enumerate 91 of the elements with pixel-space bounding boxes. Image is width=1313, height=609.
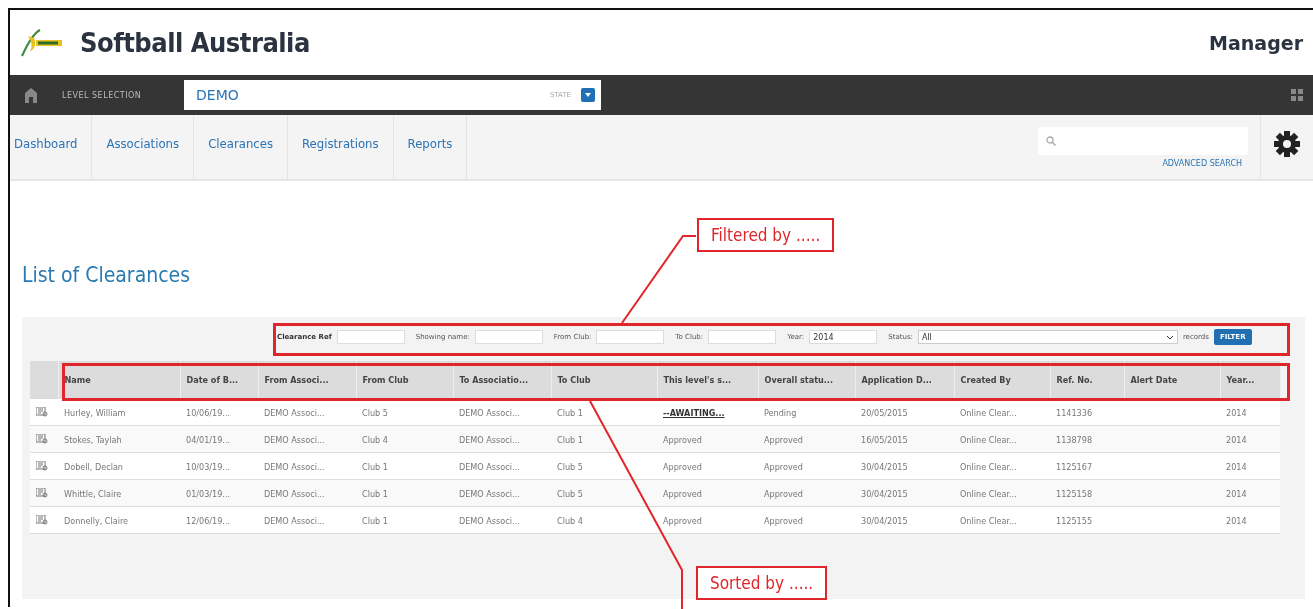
filter-field[interactable]: [336, 330, 405, 344]
filter-field[interactable]: [474, 330, 543, 344]
search-icon: [1046, 135, 1056, 146]
table-cell: 2014: [1220, 399, 1280, 426]
dropdown-button[interactable]: [581, 88, 595, 102]
nav-tab[interactable]: Clearances: [194, 115, 289, 179]
app-title: Softball Australia: [80, 27, 310, 58]
table-cell: Online Clear...: [954, 425, 1050, 453]
table-cell: DEMO Associ...: [258, 479, 356, 507]
table-cell: 04/01/19...: [180, 425, 258, 453]
search-field[interactable]: [1038, 126, 1248, 155]
table-cell: Pending: [758, 399, 855, 426]
status-dropdown[interactable]: All: [917, 330, 1178, 344]
nav-tab[interactable]: Associations: [92, 115, 195, 179]
table-cell: Online Clear...: [954, 452, 1050, 480]
table-cell: Approved: [657, 425, 758, 453]
table-cell: 2014: [1220, 506, 1280, 534]
table-cell: DEMO Associ...: [258, 452, 356, 480]
table-cell: DEMO Associ...: [258, 506, 356, 534]
table-cell: Online Clear...: [954, 479, 1050, 507]
table-cell: Club 1: [551, 399, 657, 426]
table-cell: DEMO Associ...: [258, 425, 356, 453]
settings-icon[interactable]: [1274, 131, 1300, 157]
table-cell: DEMO Associ...: [453, 399, 551, 426]
grid-icon[interactable]: [1291, 88, 1303, 101]
table-cell: Hurley, William: [58, 399, 180, 426]
table-cell: DEMO Associ...: [453, 506, 551, 534]
table-cell: Club 1: [356, 452, 453, 480]
table-cell: 10/03/19...: [180, 452, 258, 480]
table-cell: 30/04/2015: [855, 506, 954, 534]
table-cell: Donnelly, Claire: [58, 506, 180, 534]
level-selection-label: LEVEL SELECTION: [61, 90, 143, 100]
table-cell: DEMO Associ...: [453, 479, 551, 507]
table-cell: Club 5: [551, 479, 657, 507]
table-cell: Whittle, Claire: [58, 479, 180, 507]
filter-field[interactable]: [596, 330, 665, 344]
table-cell: Club 1: [551, 425, 657, 453]
table-cell: 1141336: [1050, 399, 1124, 426]
nav-tab[interactable]: Reports: [393, 115, 468, 179]
annotation-callout: Sorted by .....: [696, 566, 828, 600]
table-cell: Approved: [657, 479, 758, 507]
table-cell: 1138798: [1050, 425, 1124, 453]
home-icon[interactable]: [24, 87, 38, 103]
table-cell: Club 5: [551, 452, 657, 480]
table-cell: DEMO Associ...: [453, 452, 551, 480]
page-title: List of Clearances: [22, 262, 191, 289]
table-cell: 1125155: [1050, 506, 1124, 534]
table-cell: 30/04/2015: [855, 479, 954, 507]
table-cell: 16/05/2015: [855, 425, 954, 453]
table-cell: 1125167: [1050, 452, 1124, 480]
table-cell: --AWAITING...: [657, 399, 758, 426]
table-cell: 12/06/19...: [180, 506, 258, 534]
details-icon[interactable]: [36, 515, 48, 525]
table-cell: DEMO Associ...: [258, 399, 356, 426]
table-cell: 10/06/19...: [180, 399, 258, 426]
chevron-icon: [1165, 334, 1174, 340]
advanced-search-link[interactable]: ADVANCED SEARCH: [1162, 158, 1242, 168]
table-cell: Club 4: [356, 425, 453, 453]
details-icon[interactable]: [36, 488, 48, 498]
table-cell: Club 1: [356, 479, 453, 507]
table-cell: Approved: [657, 506, 758, 534]
nav-tab[interactable]: Dashboard: [10, 115, 93, 179]
table-cell: 2014: [1220, 479, 1280, 507]
table-cell: 2014: [1220, 425, 1280, 453]
user-role: Manager: [1209, 31, 1303, 54]
nav-tab[interactable]: Registrations: [288, 115, 394, 179]
table-cell: 01/03/19...: [180, 479, 258, 507]
table-cell: Approved: [758, 479, 855, 507]
table-cell: Dobell, Declan: [58, 452, 180, 480]
table-cell: Approved: [758, 425, 855, 453]
table-cell: DEMO Associ...: [453, 425, 551, 453]
table-cell: 2014: [1220, 452, 1280, 480]
table-cell: Online Clear...: [954, 399, 1050, 426]
table-cell: Club 5: [356, 399, 453, 426]
annotation-callout: Filtered by .....: [697, 218, 835, 252]
table-cell: 1125158: [1050, 479, 1124, 507]
details-icon[interactable]: [36, 407, 48, 417]
table-cell: 30/04/2015: [855, 452, 954, 480]
filter-field[interactable]: [708, 330, 777, 344]
table-cell: 20/05/2015: [855, 399, 954, 426]
table-cell: Approved: [758, 506, 855, 534]
table-cell: Online Clear...: [954, 506, 1050, 534]
filter-field[interactable]: 2014: [809, 330, 878, 344]
table-cell: Club 4: [551, 506, 657, 534]
table-cell: Approved: [758, 452, 855, 480]
table-cell: Club 1: [356, 506, 453, 534]
caret-icon: [585, 93, 591, 97]
table-cell: Approved: [657, 452, 758, 480]
table-cell: Stokes, Taylah: [58, 425, 180, 453]
details-icon[interactable]: [36, 461, 48, 471]
details-icon[interactable]: [36, 434, 48, 444]
